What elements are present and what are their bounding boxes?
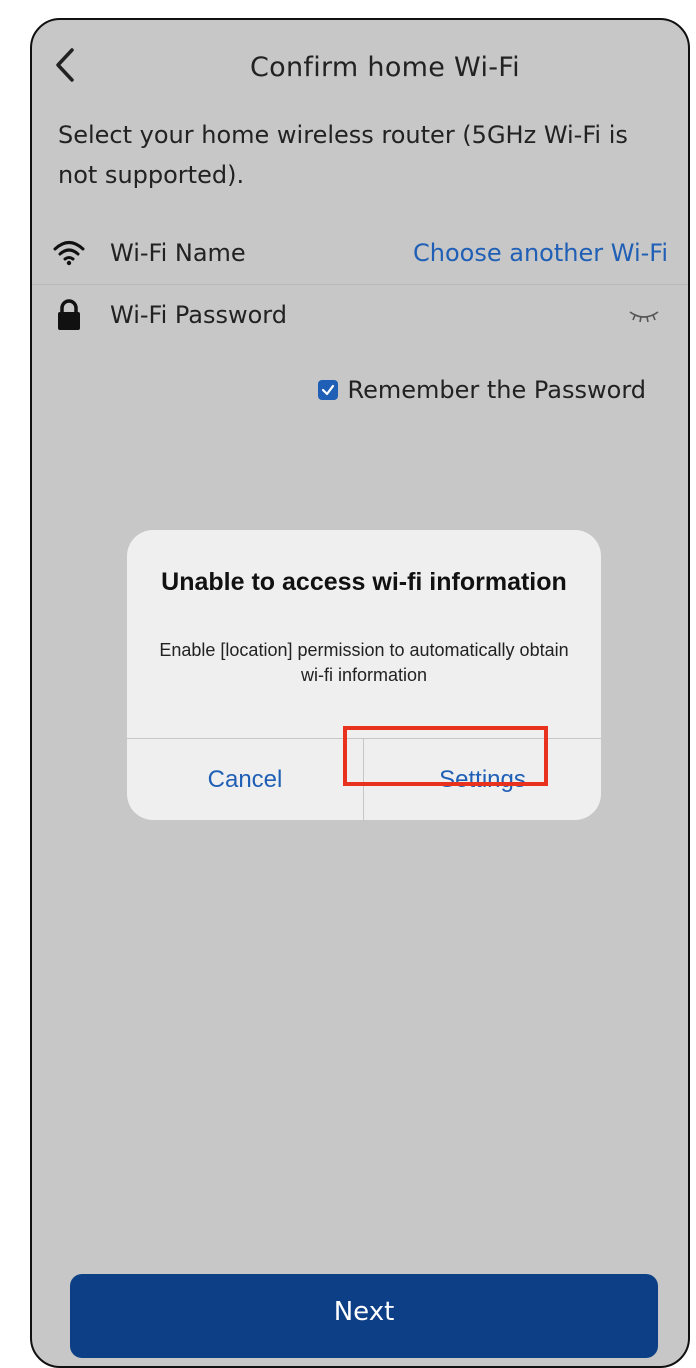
remember-checkbox[interactable] [317,380,338,400]
instruction-text: Select your home wireless router (5GHz W… [58,121,628,189]
dialog-message: Enable [location] permission to automati… [159,640,569,685]
wifi-name-row: Wi-Fi Name Choose another Wi-Fi [32,226,688,285]
wifi-name-label: Wi-Fi Name [110,239,246,267]
settings-button[interactable]: Settings [364,739,601,820]
alert-dialog: Unable to access wi-fi information Enabl… [127,530,601,820]
eye-closed-icon[interactable] [628,306,660,326]
lock-icon [58,299,80,330]
header: Confirm home Wi-Fi [32,20,688,120]
remember-label: Remember the Password [347,376,647,404]
dialog-title: Unable to access wi-fi information [161,568,567,596]
wifi-password-field[interactable]: Wi-Fi Password [110,298,287,332]
page-title: Confirm home Wi-Fi [250,52,520,83]
wifi-icon [53,241,85,266]
phone-frame: Confirm home Wi-Fi Select your home wire… [30,18,690,1368]
back-button[interactable] [50,44,80,86]
chevron-left-icon [56,48,74,82]
next-button[interactable]: Next [70,1274,658,1358]
checkmark-icon [321,384,334,396]
wifi-password-row: Wi-Fi Password [32,288,688,346]
choose-another-wifi-link[interactable]: Choose another Wi-Fi [413,236,668,270]
cancel-button[interactable]: Cancel [127,739,364,820]
remember-password-toggle[interactable]: Remember the Password [317,370,647,410]
dialog-actions: Cancel Settings [127,738,601,820]
